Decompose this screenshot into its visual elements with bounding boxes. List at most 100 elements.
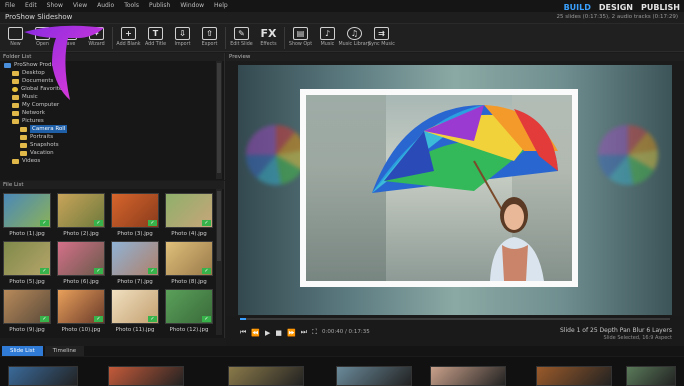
thumbnail-image: ✓ [3,241,51,276]
title-bar: ProShow Slideshow 25 slides (0:17:35), 2… [0,12,684,24]
menu-show[interactable]: Show [42,0,68,12]
file-thumbnail[interactable]: ✓ Photo (5).jpg [2,241,52,287]
fullscreen-icon[interactable]: ⛶ [312,328,317,337]
slide-thumbnail[interactable] [8,366,78,386]
menu-tools[interactable]: Tools [119,0,144,12]
file-scrollbar[interactable] [216,189,222,335]
slide-photo-frame [300,89,578,287]
file-thumbnail[interactable]: ✓ Photo (3).jpg [110,193,160,239]
check-icon: ✓ [94,316,103,322]
check-icon: ✓ [40,220,49,226]
toolbar-music-library-button[interactable]: ♫ Music Library [338,24,371,52]
play-icon[interactable]: ▶ [265,329,270,337]
bottom-tabs: Slide List Timeline [0,346,684,356]
rewind-icon[interactable]: ⏪ [251,329,260,337]
folder-item[interactable]: Portraits [0,133,224,141]
folder-item[interactable]: Camera Roll [0,125,224,133]
menu-edit[interactable]: Edit [20,0,42,12]
timecode: 0:00:40 / 0:17:35 [322,329,370,335]
menu-view[interactable]: View [68,0,92,12]
file-thumbnail[interactable]: ✓ Photo (9).jpg [2,289,52,335]
folder-item[interactable]: Snapshots [0,141,224,149]
thumbnail-image: ✓ [3,193,51,228]
slide-thumbnail[interactable] [536,366,612,386]
toolbar-label: Import [174,42,191,47]
slide-thumbnail[interactable] [626,366,676,386]
toolbar-add-title-button[interactable]: T Add Title [142,24,169,52]
fast-forward-icon[interactable]: ⏩ [287,329,296,337]
mode-tab-build[interactable]: BUILD [564,3,591,12]
toolbar-show-opt-button[interactable]: ▤ Show Opt [287,24,314,52]
folder-item[interactable]: Videos [0,157,224,165]
toolbar-separator [284,27,285,49]
file-thumbnail[interactable]: ✓ Photo (1).jpg [2,193,52,239]
folder-icon [12,158,19,164]
toolbar-music-button[interactable]: ♪ Music [314,24,341,52]
file-list-pane: File List ✓ Photo (1).jpg ✓ Photo (2).jpg ✓ P… [0,181,225,338]
file-thumbnail[interactable]: ✓ Photo (10).jpg [56,289,106,335]
thumbnail-image: ✓ [111,241,159,276]
mode-tab-publish[interactable]: PUBLISH [641,3,680,12]
folder-label: Vacation [30,150,54,156]
slide-thumbnail[interactable] [430,366,506,386]
toolbar-label: Music Library [338,42,371,47]
thumbnail-image: ✓ [3,289,51,324]
check-icon: ✓ [202,268,211,274]
toolbar-label: Add Blank [116,42,141,47]
check-icon: ✓ [40,268,49,274]
menu-publish[interactable]: Publish [144,0,175,12]
stop-icon[interactable]: ■ [275,329,282,337]
toolbar-label: Effects [260,42,277,47]
proshow-logo [24,25,104,100]
menu-help[interactable]: Help [209,0,233,12]
menu-file[interactable]: File [0,0,20,12]
mode-tab-design[interactable]: DESIGN [599,3,633,12]
menu-audio[interactable]: Audio [92,0,119,12]
thumbnail-image: ✓ [111,289,159,324]
folder-item[interactable]: Network [0,109,224,117]
folder-label: Snapshots [30,142,59,148]
show-options-icon: ▤ [293,27,308,40]
tab-slide-list[interactable]: Slide List [2,346,43,356]
skip-end-icon[interactable]: ⏭ [301,328,307,337]
toolbar-effects-button[interactable]: FX Effects [255,24,282,52]
thumbnail-image: ✓ [57,241,105,276]
file-thumbnail[interactable]: ✓ Photo (4).jpg [164,193,214,239]
folder-item[interactable]: Pictures [0,117,224,125]
folder-label: Network [22,110,45,116]
toolbar-import-button[interactable]: ⇩ Import [169,24,196,52]
folder-item[interactable]: Vacation [0,149,224,157]
tab-timeline[interactable]: Timeline [44,346,85,356]
file-thumbnail[interactable]: ✓ Photo (6).jpg [56,241,106,287]
file-name: Photo (10).jpg [61,327,101,333]
check-icon: ✓ [148,220,157,226]
toolbar-edit-slide-button[interactable]: ✎ Edit Slide [228,24,255,52]
file-name: Photo (2).jpg [63,231,99,237]
toolbar-sync-music-button[interactable]: ⇉ Sync Music [368,24,395,52]
check-icon: ✓ [148,268,157,274]
toolbar-add-blank-button[interactable]: + Add Blank [115,24,142,52]
playback-progress[interactable] [240,318,670,320]
preview-canvas[interactable] [238,65,672,315]
toolbar-export-button[interactable]: ⇧ Export [196,24,223,52]
new-icon [8,27,23,40]
slide-thumbnail[interactable] [228,366,304,386]
folder-icon [12,102,19,108]
check-icon: ✓ [148,316,157,322]
file-thumbnail[interactable]: ✓ Photo (12).jpg [164,289,214,335]
folder-label: Portraits [30,134,54,140]
slide-thumbnail[interactable] [336,366,412,386]
file-thumbnail[interactable]: ✓ Photo (7).jpg [110,241,160,287]
menu-window[interactable]: Window [175,0,209,12]
file-thumbnail[interactable]: ✓ Photo (2).jpg [56,193,106,239]
folder-scrollbar[interactable] [216,61,222,179]
skip-start-icon[interactable]: ⏮ [240,328,246,337]
file-thumbnail[interactable]: ✓ Photo (11).jpg [110,289,160,335]
project-info: 25 slides (0:17:35), 2 audio tracks (0:1… [556,14,679,20]
file-thumbnail[interactable]: ✓ Photo (8).jpg [164,241,214,287]
background-umbrella-left [246,125,306,185]
toolbar-label: Show Opt [288,42,313,47]
player-bar: ⏮ ⏪ ▶ ■ ⏩ ⏭ ⛶ 0:00:40 / 0:17:35 Slide 1 … [226,316,684,346]
slide-thumbnail[interactable] [108,366,184,386]
edit-slide-icon: ✎ [234,27,249,40]
